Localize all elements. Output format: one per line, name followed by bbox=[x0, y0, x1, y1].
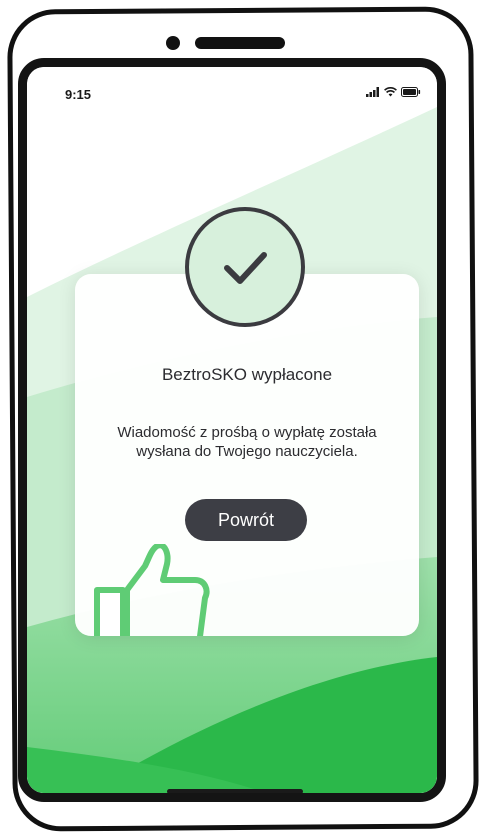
dialog-message: Wiadomość z prośbą o wypłatę została wys… bbox=[75, 423, 419, 461]
signal-icon bbox=[366, 87, 379, 97]
dialog-title: BeztroSKO wypłacone bbox=[161, 365, 333, 384]
dialog-message-line2: wysłana do Twojego nauczyciela. bbox=[136, 443, 358, 460]
camera-icon bbox=[166, 36, 180, 50]
home-indicator[interactable] bbox=[167, 789, 303, 793]
status-bar: 9:15 bbox=[27, 67, 437, 102]
checkmark-icon bbox=[224, 252, 267, 284]
back-button[interactable]: Powrót bbox=[185, 499, 307, 541]
phone-screen: 9:15 BeztroSKO wypłacone Wiadomość z pro… bbox=[27, 67, 437, 793]
status-icons bbox=[366, 87, 421, 97]
thumbs-up-icon bbox=[94, 544, 210, 636]
speaker-grille bbox=[195, 37, 285, 49]
wifi-icon bbox=[384, 87, 397, 97]
dialog-message-line1: Wiadomość z prośbą o wypłatę została bbox=[117, 424, 377, 441]
phone-bezel: 9:15 BeztroSKO wypłacone Wiadomość z pro… bbox=[18, 58, 446, 802]
battery-icon bbox=[401, 87, 421, 97]
status-time: 9:15 bbox=[65, 87, 92, 102]
success-check-badge bbox=[185, 207, 305, 327]
